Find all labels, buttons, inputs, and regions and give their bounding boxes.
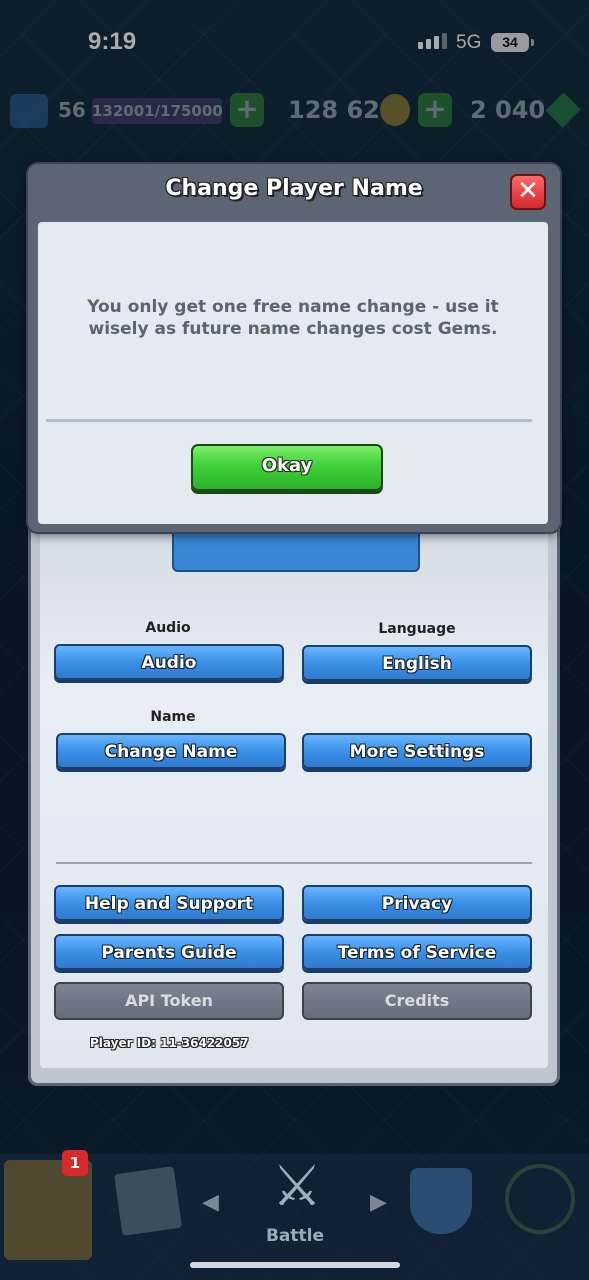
- audio-label: Audio: [145, 620, 191, 636]
- cards-icon[interactable]: [113, 1166, 183, 1236]
- controls-button[interactable]: [172, 528, 420, 572]
- terms-of-service-button[interactable]: Terms of Service: [302, 934, 532, 970]
- nav-battle-label[interactable]: Battle: [250, 1226, 340, 1246]
- shop-notification-badge: 1: [62, 1150, 88, 1176]
- help-support-button[interactable]: Help and Support: [54, 885, 284, 921]
- audio-button[interactable]: Audio: [54, 644, 284, 680]
- more-settings-button[interactable]: More Settings: [302, 733, 532, 769]
- events-icon[interactable]: [505, 1164, 575, 1234]
- change-name-button[interactable]: Change Name: [56, 733, 286, 769]
- clan-icon[interactable]: [410, 1168, 472, 1234]
- settings-divider: [56, 862, 532, 864]
- parents-guide-button[interactable]: Parents Guide: [54, 934, 284, 970]
- name-label: Name: [150, 709, 196, 725]
- dialog-message: You only get one free name change - use …: [87, 297, 499, 339]
- nav-right-arrow-icon[interactable]: ▶: [370, 1190, 387, 1215]
- dialog-title: Change Player Name: [165, 176, 423, 201]
- credits-button[interactable]: Credits: [302, 982, 532, 1020]
- dialog-divider: [46, 419, 532, 422]
- nav-left-arrow-icon[interactable]: ◀: [202, 1190, 219, 1215]
- crossed-swords-icon[interactable]: ⚔: [260, 1152, 334, 1222]
- okay-button[interactable]: Okay: [191, 444, 383, 491]
- home-indicator[interactable]: [190, 1262, 400, 1268]
- language-button[interactable]: English: [302, 645, 532, 681]
- player-id: Player ID: 11-36422057: [90, 1036, 249, 1050]
- api-token-button[interactable]: API Token: [54, 982, 284, 1020]
- language-label: Language: [378, 621, 456, 637]
- privacy-button[interactable]: Privacy: [302, 885, 532, 921]
- close-dialog-button[interactable]: ✕: [510, 174, 546, 210]
